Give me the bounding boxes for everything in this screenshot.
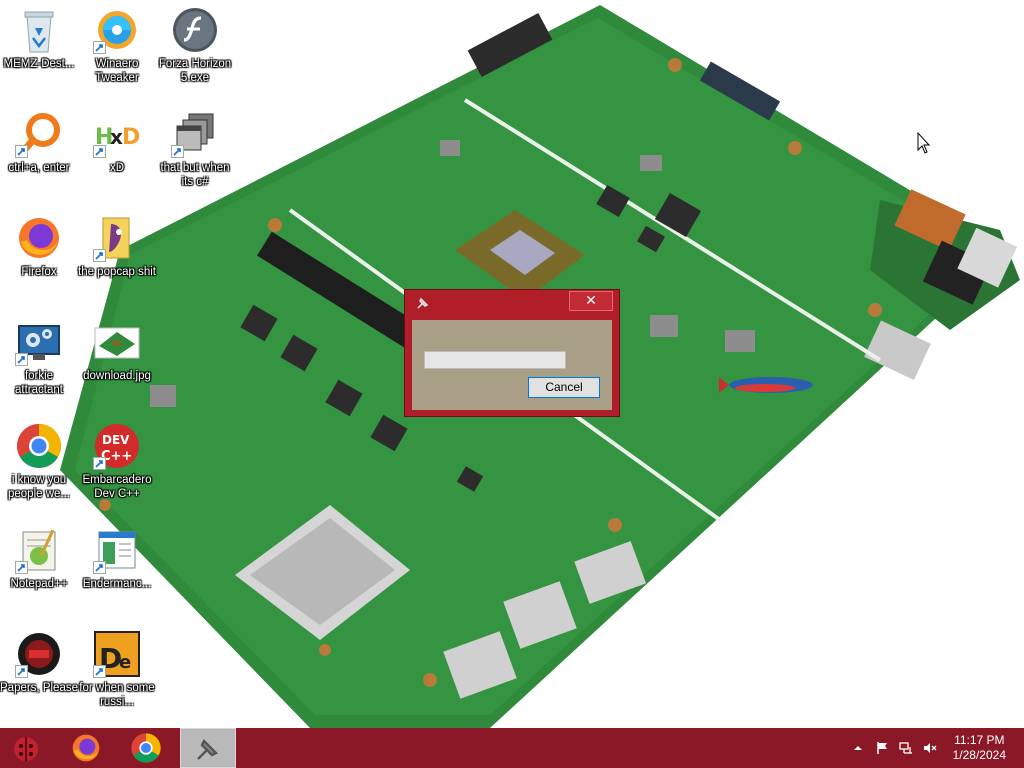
- shortcut-arrow-icon: [93, 41, 106, 54]
- shortcut-arrow-icon: [15, 353, 28, 366]
- desktop-icon-the-popcap[interactable]: the popcap shit: [78, 214, 156, 279]
- desktop-icon-papers-please[interactable]: Papers, Please: [0, 630, 78, 695]
- shortcut-arrow-icon: [171, 145, 184, 158]
- notepadpp-icon: [15, 526, 63, 574]
- firefox-icon: [15, 214, 63, 262]
- devcpp-icon: DEV C++: [93, 422, 141, 470]
- desktop-icon-label: ctrl+a, enter: [8, 162, 70, 174]
- network-button[interactable]: [896, 728, 916, 768]
- desktop-icon-label: download.jpg: [83, 370, 151, 382]
- search-magnifier-icon: [15, 110, 63, 158]
- pin-app-icon: [197, 738, 219, 760]
- svg-text:DEV: DEV: [102, 433, 130, 447]
- desktop-icon-firefox[interactable]: Firefox: [0, 214, 78, 279]
- shortcut-arrow-icon: [93, 457, 106, 470]
- clock-date: 1/28/2024: [952, 748, 1006, 762]
- desktop-icon-label: Embarcadero Dev C++: [82, 474, 152, 500]
- desktop-icon-endermanc[interactable]: Endermanc...: [78, 526, 156, 591]
- desktop-icon-label: Firefox: [21, 266, 57, 278]
- desktop-icon-winaero-tweaker[interactable]: Winaero Tweaker: [78, 6, 156, 85]
- desktop-icon-xd[interactable]: HxD xD: [78, 110, 156, 175]
- desktop-icon-i-know-you-people[interactable]: i know you people we...: [0, 422, 78, 501]
- shortcut-arrow-icon: [93, 249, 106, 262]
- shortcut-arrow-icon: [15, 561, 28, 574]
- windows-stack-icon: [171, 110, 219, 158]
- hxd-icon: HxD: [93, 110, 141, 158]
- de-app-icon: De: [93, 630, 141, 678]
- taskbar-clock[interactable]: 11:17 PM 1/28/2024: [953, 733, 1006, 763]
- cancel-button[interactable]: Cancel: [528, 377, 600, 398]
- chrome-taskbar[interactable]: [122, 728, 170, 768]
- desktop-icon-label: Forza Horizon 5.exe: [158, 58, 232, 84]
- pin-app-icon: [417, 297, 429, 309]
- svg-text:D: D: [122, 125, 140, 150]
- desktop-icon-notepadpp[interactable]: Notepad++: [0, 526, 78, 591]
- clock-time: 11:17 PM: [954, 733, 1005, 747]
- volume-button[interactable]: [920, 728, 940, 768]
- desktop-icon-label: Winaero Tweaker: [95, 58, 139, 84]
- desktop-icon-forkie-attractant[interactable]: forkie attractant: [0, 318, 78, 397]
- dialog-client-area: Cancel: [412, 320, 612, 410]
- papers-please-icon: [15, 630, 63, 678]
- shortcut-arrow-icon: [93, 665, 106, 678]
- desktop-icon-label: Papers, Please: [0, 682, 78, 694]
- ladybug-orb-icon: [14, 737, 38, 761]
- chevron-up-icon: [854, 746, 862, 750]
- speaker-muted-icon: [924, 743, 937, 753]
- desktop-icon-ctrl-a-enter[interactable]: ctrl+a, enter: [0, 110, 78, 175]
- recycle-bin-icon: [15, 6, 63, 54]
- desktop-icon-label: i know you people we...: [7, 474, 70, 500]
- start-button[interactable]: [4, 728, 48, 768]
- active-app-taskbar[interactable]: [180, 728, 236, 768]
- desktop-icon-label: that but when its c#: [160, 162, 230, 188]
- taskbar: 11:17 PM 1/28/2024: [0, 728, 1024, 768]
- desktop-icon-embarcadero-devcpp[interactable]: DEV C++ Embarcadero Dev C++: [78, 422, 156, 501]
- progress-dialog: ✕ Cancel: [404, 289, 620, 417]
- desktop-icon-label: Endermanc...: [82, 578, 152, 590]
- shortcut-arrow-icon: [15, 665, 28, 678]
- desktop-icon-for-when-some-russi[interactable]: De for when some russi...: [78, 630, 156, 709]
- firefox-taskbar[interactable]: [62, 728, 110, 768]
- show-hidden-icons-button[interactable]: [850, 728, 866, 768]
- chrome-icon: [131, 733, 161, 763]
- network-icon: [899, 742, 912, 754]
- document-window-icon: [93, 526, 141, 574]
- desktop-icon-label: the popcap shit: [78, 266, 157, 278]
- chrome-icon: [15, 422, 63, 470]
- desktop-icon-label: Notepad++: [10, 578, 68, 590]
- svg-text:e: e: [119, 652, 131, 673]
- settings-monitor-icon: [15, 318, 63, 366]
- desktop-icon-label: MEMZ-Dest...: [3, 58, 75, 70]
- desktop-icon-memz[interactable]: MEMZ-Dest...: [0, 6, 78, 71]
- desktop-icon-label: forkie attractant: [15, 370, 63, 396]
- dialog-titlebar[interactable]: ✕: [405, 290, 619, 316]
- desktop-icon-label: for when some russi...: [79, 682, 155, 708]
- action-center-flag-button[interactable]: [872, 728, 892, 768]
- shortcut-arrow-icon: [15, 145, 28, 158]
- desktop-icon-that-but-when-its-csharp[interactable]: that but when its c#: [156, 110, 234, 189]
- desktop-icon-download-jpg[interactable]: download.jpg: [78, 318, 156, 383]
- shortcut-arrow-icon: [93, 561, 106, 574]
- popcap-folder-icon: [93, 214, 141, 262]
- flash-player-icon: [171, 6, 219, 54]
- progress-bar: [424, 351, 566, 369]
- dialog-close-button[interactable]: ✕: [569, 291, 613, 311]
- desktop-icon-forza-horizon[interactable]: Forza Horizon 5.exe: [156, 6, 234, 85]
- firefox-icon: [72, 734, 100, 762]
- flag-icon: [877, 742, 887, 754]
- winaero-tweaker-icon: [93, 6, 141, 54]
- desktop-icon-label: xD: [109, 162, 125, 174]
- image-file-icon: [93, 318, 141, 366]
- shortcut-arrow-icon: [93, 145, 106, 158]
